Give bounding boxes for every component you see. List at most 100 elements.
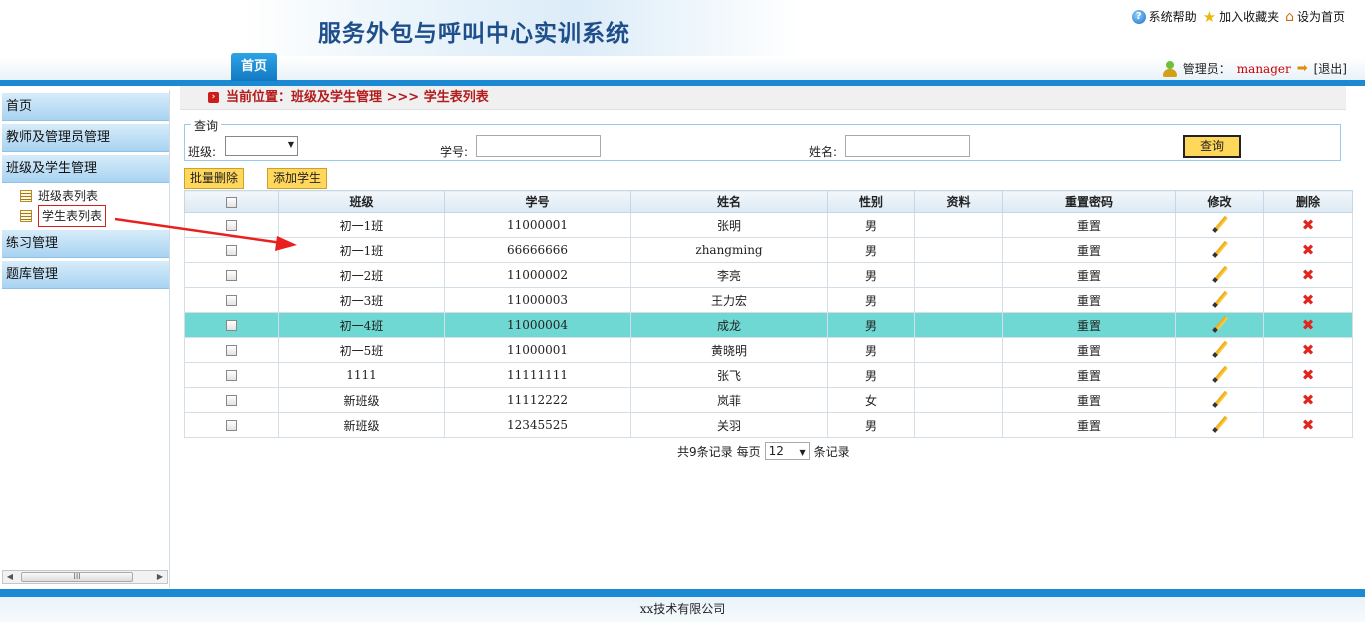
row-checkbox[interactable] <box>226 295 237 306</box>
delete-x-icon[interactable]: ✖ <box>1302 416 1315 434</box>
page-size-value: 12 <box>768 444 784 458</box>
favorite-link-label: 加入收藏夹 <box>1219 10 1280 24</box>
sidebar-item-question-bank[interactable]: 题库管理 <box>2 261 169 289</box>
delete-x-icon[interactable]: ✖ <box>1302 316 1315 334</box>
reset-password-link[interactable]: 重置 <box>1002 287 1176 313</box>
delete-x-icon[interactable]: ✖ <box>1302 291 1315 309</box>
table-row[interactable]: 初一2班 11000002 李亮男 重置 ✖ <box>184 262 1353 288</box>
logout-link[interactable]: [退出] <box>1314 60 1347 77</box>
row-checkbox[interactable] <box>226 420 237 431</box>
pager-suffix: 条记录 <box>813 444 850 459</box>
reset-password-link[interactable]: 重置 <box>1002 312 1176 338</box>
delete-x-icon[interactable]: ✖ <box>1302 341 1315 359</box>
table-row[interactable]: 初一3班 11000003 王力宏男 重置 ✖ <box>184 287 1353 313</box>
student-id-input[interactable] <box>476 135 601 157</box>
student-id-label: 学号: <box>440 145 469 159</box>
edit-pencil-icon[interactable] <box>1212 391 1228 407</box>
batch-delete-button[interactable]: 批量删除 <box>184 168 245 189</box>
admin-area: 管理员： manager ➡ [退出] <box>1162 60 1347 77</box>
row-checkbox[interactable] <box>226 245 237 256</box>
list-icon <box>20 190 32 202</box>
query-button[interactable]: 查询 <box>1183 135 1241 158</box>
reset-password-link[interactable]: 重置 <box>1002 262 1176 288</box>
query-legend: 查询 <box>191 117 222 134</box>
edit-pencil-icon[interactable] <box>1212 241 1228 257</box>
delete-x-icon[interactable]: ✖ <box>1302 391 1315 409</box>
tab-home[interactable]: 首页 <box>231 53 277 81</box>
sidebar-item-practice[interactable]: 练习管理 <box>2 230 169 258</box>
cell-class: 初一5班 <box>278 337 445 363</box>
column-header-class[interactable]: 班级 <box>278 190 445 213</box>
edit-pencil-icon[interactable] <box>1212 341 1228 357</box>
column-header-edit[interactable]: 修改 <box>1175 190 1264 213</box>
cell-gender: 男 <box>827 362 915 388</box>
pager-per-page-label: 每页 <box>736 444 761 459</box>
select-all-checkbox[interactable] <box>226 196 237 208</box>
sidebar-scrollbar[interactable]: ◀ III ▶ <box>2 570 168 584</box>
delete-x-icon[interactable]: ✖ <box>1302 266 1315 284</box>
sidebar-item-teacher-admin[interactable]: 教师及管理员管理 <box>2 124 169 152</box>
reset-password-link[interactable]: 重置 <box>1002 337 1176 363</box>
sidebar-subitem-student-list[interactable]: 学生表列表 <box>0 205 169 227</box>
edit-pencil-icon[interactable] <box>1212 291 1228 307</box>
table-row[interactable]: 初一4班 11000004 成龙男 重置 ✖ <box>184 312 1353 338</box>
table-row[interactable]: 新班级 12345525 关羽男 重置 ✖ <box>184 412 1353 438</box>
class-select[interactable] <box>225 136 298 156</box>
edit-pencil-icon[interactable] <box>1212 216 1228 232</box>
delete-x-icon[interactable]: ✖ <box>1302 366 1315 384</box>
add-student-button[interactable]: 添加学生 <box>267 168 328 189</box>
reset-password-link[interactable]: 重置 <box>1002 387 1176 413</box>
row-checkbox[interactable] <box>226 370 237 381</box>
cell-class: 初一2班 <box>278 262 445 288</box>
star-icon: ★ <box>1202 7 1217 26</box>
reset-password-link[interactable]: 重置 <box>1002 212 1176 238</box>
set-home-link[interactable]: ⌂ 设为首页 <box>1285 8 1345 25</box>
column-header-gender[interactable]: 性别 <box>827 190 915 213</box>
cell-edit <box>1175 287 1264 313</box>
scroll-left-icon[interactable]: ◀ <box>3 571 17 583</box>
cell-gender: 男 <box>827 262 915 288</box>
cell-delete: ✖ <box>1263 362 1353 388</box>
cell-student-id: 66666666 <box>444 237 631 263</box>
reset-password-link[interactable]: 重置 <box>1002 412 1176 438</box>
home-icon: ⌂ <box>1285 8 1294 25</box>
table-row[interactable]: 1111 11111111 张飞男重置 ✖ <box>184 362 1353 388</box>
reset-password-link[interactable]: 重置 <box>1002 362 1176 388</box>
column-header-delete[interactable]: 删除 <box>1263 190 1353 213</box>
edit-pencil-icon[interactable] <box>1212 366 1228 382</box>
name-input[interactable] <box>845 135 970 157</box>
table-row[interactable]: 初一1班 11000001 张明男 重置 ✖ <box>184 212 1353 238</box>
sidebar-item-class-student[interactable]: 班级及学生管理 <box>2 155 169 183</box>
row-checkbox[interactable] <box>226 395 237 406</box>
page-size-select[interactable]: 12 <box>764 442 810 461</box>
row-checkbox[interactable] <box>226 345 237 356</box>
favorite-link[interactable]: ★ 加入收藏夹 <box>1203 8 1279 25</box>
edit-pencil-icon[interactable] <box>1212 316 1228 332</box>
table-row[interactable]: 初一5班 11000001 黄晓明男 重置 ✖ <box>184 337 1353 363</box>
row-checkbox[interactable] <box>226 220 237 231</box>
scroll-right-icon[interactable]: ▶ <box>153 571 167 583</box>
edit-pencil-icon[interactable] <box>1212 266 1228 282</box>
row-checkbox[interactable] <box>226 270 237 281</box>
help-link[interactable]: ? 系统帮助 <box>1131 8 1197 25</box>
cell-name: 王力宏 <box>630 287 828 313</box>
delete-x-icon[interactable]: ✖ <box>1302 216 1315 234</box>
table-row[interactable]: 初一1班 66666666 zhangming 男 重置 ✖ <box>184 237 1353 263</box>
sidebar: 首页 教师及管理员管理 班级及学生管理 班级表列表 学生表列表 练习管理 题库管… <box>0 90 170 588</box>
reset-password-link[interactable]: 重置 <box>1002 237 1176 263</box>
column-header-name[interactable]: 姓名 <box>630 190 828 213</box>
row-checkbox[interactable] <box>226 320 237 331</box>
delete-x-icon[interactable]: ✖ <box>1302 241 1315 259</box>
cell-delete: ✖ <box>1263 337 1353 363</box>
column-header-info[interactable]: 资料 <box>914 190 1003 213</box>
column-header-id[interactable]: 学号 <box>444 190 631 213</box>
scroll-thumb[interactable]: III <box>21 572 133 582</box>
sidebar-subitem-class-list[interactable]: 班级表列表 <box>0 186 169 206</box>
cell-gender: 男 <box>827 212 915 238</box>
table-row[interactable]: 新班级 11112222 岚菲女 重置 ✖ <box>184 387 1353 413</box>
column-header-reset[interactable]: 重置密码 <box>1002 190 1176 213</box>
cell-edit <box>1175 412 1264 438</box>
name-label: 姓名: <box>809 145 838 159</box>
sidebar-item-home[interactable]: 首页 <box>2 93 169 121</box>
edit-pencil-icon[interactable] <box>1212 416 1228 432</box>
